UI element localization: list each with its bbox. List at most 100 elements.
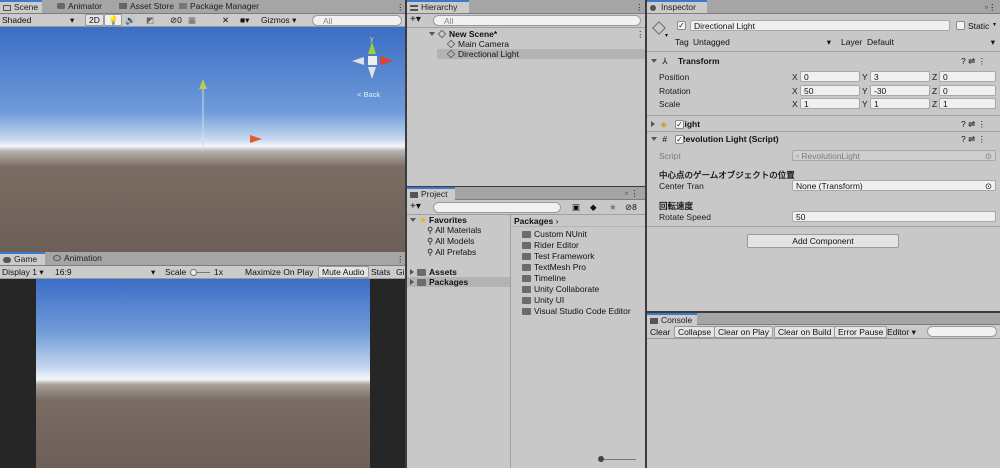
y-label: Y	[862, 99, 868, 109]
stats-button[interactable]: Stats	[371, 267, 390, 277]
more-menu-icon[interactable]: ⋮	[635, 2, 644, 13]
hidden-packages-count[interactable]: ⊘8	[625, 202, 637, 213]
rotate-speed-field[interactable]: 50	[792, 211, 996, 222]
fx-icon[interactable]: ◩	[146, 15, 154, 26]
rotation-x-field[interactable]: 50	[800, 85, 860, 96]
scene-search-input[interactable]: All	[312, 15, 402, 26]
active-checkbox[interactable]: ✓	[677, 21, 686, 30]
filter-type-icon[interactable]: ▣	[572, 202, 580, 213]
object-picker-icon[interactable]: ⊙	[985, 181, 992, 190]
tab-console[interactable]: Console	[647, 313, 697, 325]
position-y-field[interactable]: 3	[870, 71, 930, 82]
maximize-on-play-button[interactable]: Maximize On Play	[245, 267, 314, 277]
lighting-icon[interactable]: 💡	[104, 14, 122, 26]
error-pause-button[interactable]: Error Pause	[834, 326, 888, 338]
layer-dropdown[interactable]: Default ▾	[867, 37, 995, 47]
scale-slider[interactable]	[190, 269, 210, 276]
static-dropdown-icon[interactable]: ▾	[993, 21, 996, 28]
mode-2d-button[interactable]: 2D	[85, 14, 104, 26]
scale-x-field[interactable]: 1	[800, 98, 860, 109]
back-label[interactable]: < Back	[357, 90, 380, 99]
tab-asset-store[interactable]: Asset Store	[116, 0, 178, 13]
clear-on-build-button[interactable]: Clear on Build	[774, 326, 836, 338]
animator-icon	[57, 3, 65, 9]
create-icon[interactable]: +▾	[410, 201, 421, 212]
breadcrumb[interactable]: Packages ›	[514, 216, 558, 226]
package-item[interactable]: Timeline	[522, 273, 566, 283]
folder-packages[interactable]: Packages	[407, 277, 510, 287]
tab-animator[interactable]: Animator	[54, 0, 106, 13]
static-checkbox[interactable]	[956, 21, 965, 30]
folder-assets[interactable]: Assets	[410, 267, 457, 277]
game-viewport[interactable]	[36, 279, 370, 468]
orientation-gizmo[interactable]: y	[352, 36, 393, 79]
package-item[interactable]: TextMesh Pro	[522, 262, 586, 272]
more-menu-icon[interactable]: ⋮	[396, 2, 405, 13]
favorite-all-models[interactable]: ⚲ All Models	[427, 236, 474, 247]
favorite-all-prefabs[interactable]: ⚲ All Prefabs	[427, 247, 476, 258]
package-item[interactable]: Visual Studio Code Editor	[522, 306, 631, 316]
tab-animation[interactable]: Animation	[50, 252, 106, 265]
hierarchy-item-directional-light[interactable]: Directional Light	[437, 49, 645, 59]
light-enabled-checkbox[interactable]: ✓	[675, 120, 684, 129]
script-enabled-checkbox[interactable]: ✓	[675, 135, 684, 144]
position-x-field[interactable]: 0	[800, 71, 860, 82]
package-item[interactable]: Unity Collaborate	[522, 284, 599, 294]
display-dropdown[interactable]: Display 1 ▾	[2, 267, 44, 278]
hierarchy-search-input[interactable]: All	[433, 15, 641, 26]
icon-size-slider[interactable]	[598, 456, 636, 462]
shading-dropdown[interactable]: Shaded ▾	[2, 15, 80, 25]
scene-row[interactable]: New Scene* ⋮	[429, 29, 645, 39]
tab-scene[interactable]: Scene	[0, 0, 42, 13]
editor-dropdown[interactable]: Editor ▾	[887, 327, 916, 338]
gizmos-dropdown[interactable]: Gizmos ▾	[261, 15, 296, 26]
project-divider[interactable]	[510, 214, 511, 468]
script-header[interactable]: # Revolution Light (Script)? ⇌ ⋮	[651, 134, 1000, 144]
scene-viewport[interactable]: y < Back	[0, 27, 405, 252]
collapse-button[interactable]: Collapse	[674, 326, 716, 338]
scale-z-field[interactable]: 1	[939, 98, 996, 109]
hidden-count-icon[interactable]: ⊘0	[170, 15, 182, 26]
gizmos-button[interactable]: Gi	[396, 267, 405, 277]
tag-dropdown[interactable]: Untagged ▾	[693, 37, 831, 47]
tab-project[interactable]: Project	[407, 187, 455, 200]
lock-icon[interactable]: ▫ ⋮	[625, 188, 639, 199]
add-icon[interactable]: +▾	[410, 14, 421, 25]
store-icon	[119, 3, 127, 9]
gameobject-dropdown-icon[interactable]: ▾	[665, 32, 668, 39]
package-item[interactable]: Custom NUnit	[522, 229, 587, 239]
add-component-button[interactable]: Add Component	[747, 234, 899, 248]
console-search-input[interactable]	[927, 326, 997, 337]
aspect-dropdown[interactable]: 16:9 ▾	[55, 267, 157, 277]
tab-inspector[interactable]: Inspector	[647, 0, 707, 13]
light-header[interactable]: ◈ Light? ⇌ ⋮	[651, 119, 1000, 130]
script-field[interactable]: ▫ RevolutionLight ⊙	[792, 150, 996, 161]
favorite-all-materials[interactable]: ⚲ All Materials	[427, 225, 481, 236]
hierarchy-item-main-camera[interactable]: Main Camera	[446, 39, 509, 49]
clear-button[interactable]: Clear	[650, 327, 670, 337]
package-item[interactable]: Rider Editor	[522, 240, 579, 250]
rotation-y-field[interactable]: -30	[870, 85, 930, 96]
lock-icon[interactable]: ▫⋮	[985, 2, 997, 13]
tab-game[interactable]: Game	[0, 252, 45, 265]
center-tran-field[interactable]: None (Transform) ⊙	[792, 180, 996, 191]
package-item[interactable]: Unity UI	[522, 295, 564, 305]
object-name-field[interactable]: Directional Light	[690, 20, 950, 31]
scale-y-field[interactable]: 1	[870, 98, 930, 109]
camera-icon[interactable]: ■▾	[240, 15, 249, 26]
tab-package-manager[interactable]: Package Manager	[176, 0, 263, 13]
tools-icon[interactable]: ✕	[222, 15, 229, 26]
mute-audio-button[interactable]: Mute Audio	[318, 266, 369, 278]
position-z-field[interactable]: 0	[939, 71, 996, 82]
more-menu-icon[interactable]: ⋮	[396, 254, 405, 265]
rotation-z-field[interactable]: 0	[939, 85, 996, 96]
filter-label-icon[interactable]: ◆	[590, 202, 597, 213]
transform-header[interactable]: ⅄ Transform? ⇌ ⋮	[651, 56, 1000, 67]
clear-on-play-button[interactable]: Clear on Play	[714, 326, 774, 338]
grid-toggle-icon[interactable]: ▦	[188, 15, 196, 26]
project-search-input[interactable]	[433, 202, 561, 213]
tab-hierarchy[interactable]: Hierarchy	[407, 0, 469, 13]
audio-icon[interactable]: 🔊	[125, 15, 136, 26]
package-item[interactable]: Test Framework	[522, 251, 594, 261]
favorite-icon[interactable]: ★	[609, 202, 617, 213]
